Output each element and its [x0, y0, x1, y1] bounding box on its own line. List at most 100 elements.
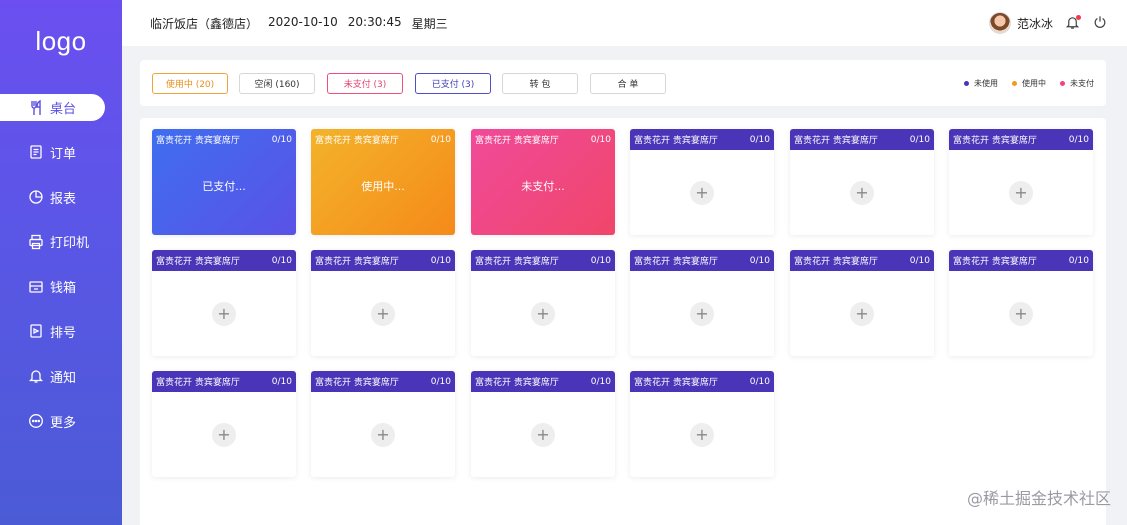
- legend-label: 未支付: [1070, 78, 1094, 88]
- table-name: 富贵花开 贵宾宴席厅: [953, 136, 1037, 146]
- table-card[interactable]: 富贵花开 贵宾宴席厅 0/10 +: [630, 371, 774, 477]
- table-card-header: 富贵花开 贵宾宴席厅 0/10: [630, 129, 774, 150]
- legend-dot-unpaid: [1060, 80, 1065, 86]
- filter-free-button[interactable]: 空闲 (160): [239, 73, 315, 94]
- sidebar-item-more[interactable]: 更多: [0, 408, 122, 435]
- table-card[interactable]: 富贵花开 贵宾宴席厅 0/10 +: [311, 250, 455, 356]
- table-card-header: 富贵花开 贵宾宴席厅 0/10: [471, 371, 615, 392]
- add-plus-icon[interactable]: +: [212, 301, 236, 326]
- printer-icon: [28, 234, 44, 250]
- table-card-header: 富贵花开 贵宾宴席厅 0/10: [152, 371, 296, 392]
- sidebar-item-label: 通知: [50, 370, 77, 386]
- table-name: 富贵花开 贵宾宴席厅: [315, 378, 399, 388]
- table-name: 富贵花开 贵宾宴席厅: [475, 136, 559, 146]
- transfer-button[interactable]: 转 包: [502, 73, 578, 94]
- add-plus-icon[interactable]: +: [690, 422, 714, 447]
- table-card-body: 未支付...: [471, 150, 615, 235]
- add-plus-icon[interactable]: +: [371, 301, 395, 326]
- table-card-header: 富贵花开 贵宾宴席厅 0/10: [152, 129, 296, 150]
- cash-box-icon: [28, 279, 44, 295]
- sidebar-item-label: 钱箱: [50, 281, 77, 297]
- current-date: 2020-10-10: [268, 14, 338, 29]
- add-plus-icon[interactable]: +: [850, 301, 874, 326]
- table-seat-count: 0/10: [271, 255, 292, 266]
- table-card-body: +: [630, 271, 774, 356]
- table-card-header: 富贵花开 贵宾宴席厅 0/10: [311, 129, 455, 150]
- sidebar-item-cashbox[interactable]: 钱箱: [0, 273, 122, 300]
- table-card-header: 富贵花开 贵宾宴席厅 0/10: [790, 250, 934, 271]
- table-card-body: +: [471, 392, 615, 477]
- table-card-header: 富贵花开 贵宾宴席厅 0/10: [949, 250, 1093, 271]
- table-card[interactable]: 富贵花开 贵宾宴席厅 0/10 +: [471, 371, 615, 477]
- table-seat-count: 0/10: [430, 255, 451, 266]
- legend-in-use: 使用中: [1012, 78, 1046, 89]
- table-card[interactable]: 富贵花开 贵宾宴席厅 0/10 已支付...: [152, 129, 296, 235]
- utensils-icon: [28, 99, 44, 116]
- table-card[interactable]: 富贵花开 贵宾宴席厅 0/10 使用中...: [311, 129, 455, 235]
- table-card-body: 使用中...: [311, 150, 455, 235]
- filter-unpaid-button[interactable]: 未支付 (3): [327, 73, 403, 94]
- sidebar-item-queue[interactable]: 排号: [0, 318, 122, 345]
- bell-icon: [28, 368, 44, 384]
- power-icon[interactable]: [1093, 15, 1109, 31]
- sidebar-item-orders[interactable]: 订单: [0, 139, 122, 166]
- table-card[interactable]: 富贵花开 贵宾宴席厅 0/10 +: [152, 371, 296, 477]
- table-name: 富贵花开 贵宾宴席厅: [156, 378, 240, 388]
- store-info: 临沂饭店（鑫德店） 2020-10-10 20:30:45 星期三: [150, 15, 448, 32]
- table-seat-count: 0/10: [430, 376, 451, 387]
- watermark: @稀土掘金技术社区: [966, 489, 1111, 508]
- table-name: 富贵花开 贵宾宴席厅: [156, 257, 240, 267]
- username[interactable]: 范冰冰: [1017, 15, 1053, 32]
- table-card[interactable]: 富贵花开 贵宾宴席厅 0/10 未支付...: [471, 129, 615, 235]
- notification-bell-icon[interactable]: [1065, 15, 1081, 31]
- table-seat-count: 0/10: [909, 255, 930, 266]
- sidebar-item-reports[interactable]: 报表: [0, 184, 122, 211]
- table-name: 富贵花开 贵宾宴席厅: [315, 136, 399, 146]
- table-name: 富贵花开 贵宾宴席厅: [315, 257, 399, 267]
- add-plus-icon[interactable]: +: [690, 301, 714, 326]
- add-plus-icon[interactable]: +: [850, 180, 874, 205]
- table-status-text: 未支付...: [521, 179, 565, 193]
- table-card[interactable]: 富贵花开 贵宾宴席厅 0/10 +: [152, 250, 296, 356]
- document-icon: [28, 144, 44, 160]
- add-plus-icon[interactable]: +: [371, 422, 395, 447]
- table-card-body: +: [152, 392, 296, 477]
- merge-bill-button[interactable]: 合 单: [590, 73, 666, 94]
- table-seat-count: 0/10: [590, 376, 611, 387]
- table-seat-count: 0/10: [749, 376, 770, 387]
- add-plus-icon[interactable]: +: [690, 180, 714, 205]
- sidebar: logo 桌台 订单 报表 打印机 钱箱 排号 通知 更多: [0, 0, 122, 525]
- table-card-header: 富贵花开 贵宾宴席厅 0/10: [311, 371, 455, 392]
- sidebar-item-printer[interactable]: 打印机: [0, 228, 122, 255]
- filter-paid-button[interactable]: 已支付 (3): [415, 73, 491, 94]
- table-card-body: +: [790, 150, 934, 235]
- table-card[interactable]: 富贵花开 贵宾宴席厅 0/10 +: [949, 129, 1093, 235]
- sidebar-item-tables[interactable]: 桌台: [0, 94, 105, 121]
- sidebar-item-label: 更多: [50, 415, 77, 431]
- sidebar-item-notifications[interactable]: 通知: [0, 363, 122, 390]
- table-card[interactable]: 富贵花开 贵宾宴席厅 0/10 +: [630, 250, 774, 356]
- add-plus-icon[interactable]: +: [531, 301, 555, 326]
- add-plus-icon[interactable]: +: [531, 422, 555, 447]
- table-name: 富贵花开 贵宾宴席厅: [794, 136, 878, 146]
- table-card[interactable]: 富贵花开 贵宾宴席厅 0/10 +: [630, 129, 774, 235]
- table-seat-count: 0/10: [590, 134, 611, 145]
- table-card[interactable]: 富贵花开 贵宾宴席厅 0/10 +: [949, 250, 1093, 356]
- table-seat-count: 0/10: [749, 134, 770, 145]
- queue-ticket-icon: [28, 323, 44, 339]
- table-name: 富贵花开 贵宾宴席厅: [634, 136, 718, 146]
- avatar[interactable]: [988, 12, 1011, 34]
- table-card[interactable]: 富贵花开 贵宾宴席厅 0/10 +: [311, 371, 455, 477]
- table-card[interactable]: 富贵花开 贵宾宴席厅 0/10 +: [471, 250, 615, 356]
- legend-unpaid: 未支付: [1060, 78, 1094, 89]
- table-card[interactable]: 富贵花开 贵宾宴席厅 0/10 +: [790, 250, 934, 356]
- add-plus-icon[interactable]: +: [1009, 301, 1033, 326]
- add-plus-icon[interactable]: +: [1009, 180, 1033, 205]
- filter-in-use-button[interactable]: 使用中 (20): [152, 73, 228, 94]
- sidebar-item-label: 报表: [50, 191, 77, 207]
- add-plus-icon[interactable]: +: [212, 422, 236, 447]
- table-card-body: +: [949, 271, 1093, 356]
- sidebar-item-label: 桌台: [50, 102, 77, 117]
- table-card[interactable]: 富贵花开 贵宾宴席厅 0/10 +: [790, 129, 934, 235]
- table-name: 富贵花开 贵宾宴席厅: [475, 257, 559, 267]
